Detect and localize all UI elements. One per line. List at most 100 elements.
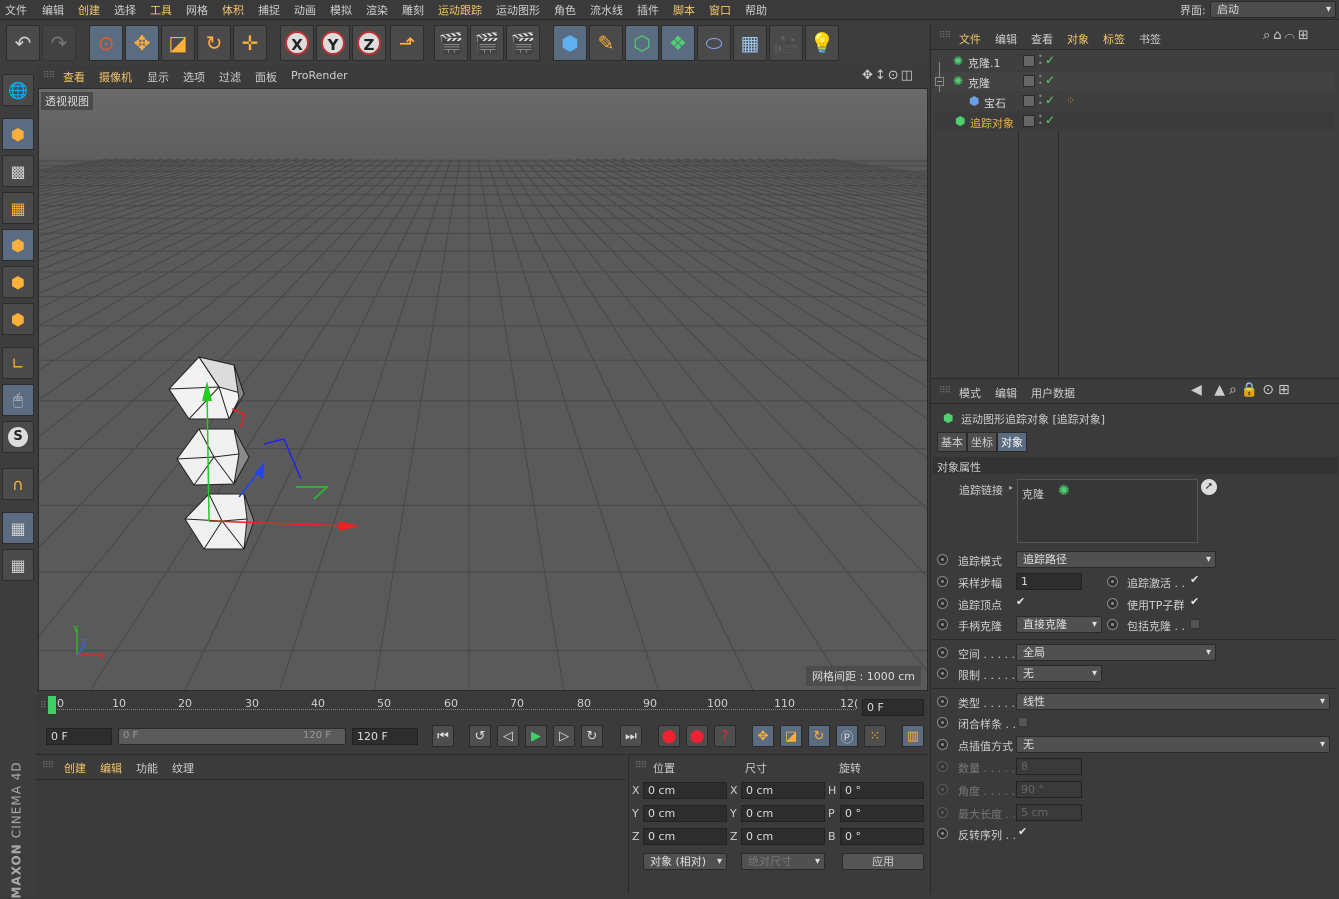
autokey-button[interactable]: ⬤ xyxy=(686,725,708,747)
menu-tools[interactable]: 工具 xyxy=(150,2,172,18)
timeline-window-button[interactable]: ▥ xyxy=(902,725,924,747)
om-tab-view[interactable]: 查看 xyxy=(1031,31,1053,47)
attr-subtab-coord[interactable]: 坐标 xyxy=(967,432,997,452)
polygons-mode-button[interactable]: ⬢ xyxy=(2,303,34,335)
render-settings-button[interactable]: 🎬 xyxy=(506,25,540,61)
om-tab-bookmarks[interactable]: 书签 xyxy=(1139,31,1161,47)
rotate-tool-button[interactable]: ↻ xyxy=(197,25,231,61)
object-name[interactable]: 追踪对象 xyxy=(970,115,1014,131)
object-name[interactable]: 克隆.1 xyxy=(968,55,1001,71)
visibility-dots-icon[interactable]: • • xyxy=(1038,53,1043,68)
menu-render[interactable]: 渲染 xyxy=(366,2,388,18)
menu-mograph[interactable]: 运动图形 xyxy=(496,2,540,18)
spline-type-animate-icon[interactable] xyxy=(937,696,948,707)
menu-animate[interactable]: 动画 xyxy=(294,2,316,18)
viewport-tab-display[interactable]: 显示 xyxy=(147,69,169,85)
sampling-stepper[interactable]: 1 xyxy=(1016,573,1082,590)
trace-vertex-animate-icon[interactable] xyxy=(937,598,948,609)
object-row[interactable]: ✺ 克隆 • • ✓ xyxy=(935,72,1335,91)
visibility-dots-icon[interactable]: • • xyxy=(1038,93,1043,108)
attr-subtab-object[interactable]: 对象 xyxy=(997,432,1027,452)
tag-icon[interactable]: ⁘ xyxy=(1066,94,1075,107)
viewport-tab-options[interactable]: 选项 xyxy=(183,69,205,85)
limit-dropdown[interactable]: 无 xyxy=(1016,665,1102,682)
key-scale-button[interactable]: ◪ xyxy=(780,725,802,747)
start-frame-field[interactable]: 0 F xyxy=(46,728,112,745)
keyframe-selection-button[interactable]: ? xyxy=(714,725,736,747)
z-axis-button[interactable]: Z xyxy=(352,25,386,61)
om-header-icons[interactable]: ⌕⌂⌒⊞ xyxy=(1263,28,1312,43)
y-axis-button[interactable]: Y xyxy=(316,25,350,61)
make-editable-button[interactable]: 🌐 xyxy=(2,74,34,106)
object-row[interactable]: ⬢ 追踪对象 • • ✓ xyxy=(935,112,1335,131)
menu-volume[interactable]: 体积 xyxy=(222,2,244,18)
object-row[interactable]: ⬢ 宝石 • • ✓ ⁘ xyxy=(935,92,1335,111)
enabled-check-icon[interactable]: ✓ xyxy=(1045,53,1055,67)
interpolation-animate-icon[interactable] xyxy=(937,739,948,750)
light-button[interactable]: 💡 xyxy=(805,25,839,61)
menu-create[interactable]: 创建 xyxy=(78,2,100,18)
pick-object-icon[interactable]: ➚ xyxy=(1201,479,1217,495)
om-tab-objects[interactable]: 对象 xyxy=(1067,31,1089,47)
object-layer-swatch[interactable] xyxy=(1023,95,1035,107)
menu-file[interactable]: 文件 xyxy=(5,2,27,18)
material-tab-texture[interactable]: 纹理 xyxy=(172,760,194,776)
previous-frame-button[interactable]: ◁ xyxy=(497,725,519,747)
om-tab-edit[interactable]: 编辑 xyxy=(995,31,1017,47)
trace-mode-animate-icon[interactable] xyxy=(937,554,948,565)
enabled-check-icon[interactable]: ✓ xyxy=(1045,73,1055,87)
menu-character[interactable]: 角色 xyxy=(554,2,576,18)
coord-position-field[interactable]: 0 cm xyxy=(643,782,727,799)
scale-tool-button[interactable]: ◪ xyxy=(161,25,195,61)
menu-sculpt[interactable]: 雕刻 xyxy=(402,2,424,18)
space-animate-icon[interactable] xyxy=(937,647,948,658)
sampling-animate-icon[interactable] xyxy=(937,576,948,587)
trace-link-list[interactable]: 克隆 ✺ xyxy=(1017,479,1198,543)
object-name[interactable]: 宝石 xyxy=(984,95,1006,111)
texture-mode-button[interactable]: ▩ xyxy=(2,155,34,187)
enabled-check-icon[interactable]: ✓ xyxy=(1045,93,1055,107)
go-to-end-button[interactable]: ⏭ xyxy=(620,725,642,747)
object-row[interactable]: ✺ 克隆.1 • • ✓ xyxy=(935,52,1335,71)
om-tab-tags[interactable]: 标签 xyxy=(1103,31,1125,47)
trace-mode-dropdown[interactable]: 追踪路径 xyxy=(1016,551,1216,568)
model-mode-button[interactable]: ⬢ xyxy=(2,118,34,150)
object-name[interactable]: 克隆 xyxy=(968,75,990,91)
include-clone-animate-icon[interactable] xyxy=(1107,619,1118,630)
handle-clone-dropdown[interactable]: 直接克隆 xyxy=(1016,616,1102,633)
axis-mode-button[interactable]: ∟ xyxy=(2,347,34,379)
undo-button[interactable]: ↶ xyxy=(6,25,40,61)
camera-button[interactable]: 🎥 xyxy=(769,25,803,61)
trace-active-checkbox[interactable]: ✔ xyxy=(1190,574,1201,586)
menu-mesh[interactable]: 网格 xyxy=(186,2,208,18)
current-frame-field[interactable]: 0 F xyxy=(862,699,924,716)
menu-select[interactable]: 选择 xyxy=(114,2,136,18)
visibility-dots-icon[interactable]: • • xyxy=(1038,73,1043,88)
pen-button[interactable]: ✎ xyxy=(589,25,623,61)
trace-active-animate-icon[interactable] xyxy=(1107,576,1118,587)
coord-position-field[interactable]: 0 cm xyxy=(643,828,727,845)
viewport-tab-prorender[interactable]: ProRender xyxy=(291,69,348,82)
reverse-animate-icon[interactable] xyxy=(937,828,948,839)
timeline-ruler[interactable]: ⠿ 0 10 20 30 40 50 60 70 80 90 100 110 1… xyxy=(36,693,928,721)
play-button[interactable]: ▶ xyxy=(525,725,547,747)
menu-edit[interactable]: 编辑 xyxy=(42,2,64,18)
key-parameter-button[interactable]: Ⓟ xyxy=(836,725,858,747)
close-spline-animate-icon[interactable] xyxy=(937,717,948,728)
coord-size-mode-dropdown[interactable]: 绝对尺寸 xyxy=(741,853,825,870)
frame-range-slider[interactable]: 0 F 120 F xyxy=(118,728,346,745)
coord-position-field[interactable]: 0 cm xyxy=(643,805,727,822)
menu-help[interactable]: 帮助 xyxy=(745,2,767,18)
apply-button[interactable]: 应用 xyxy=(842,853,924,870)
enabled-check-icon[interactable]: ✓ xyxy=(1045,113,1055,127)
menu-script[interactable]: 脚本 xyxy=(673,2,695,18)
use-tp-checkbox[interactable]: ✔ xyxy=(1190,596,1201,608)
material-tab-create[interactable]: 创建 xyxy=(64,760,86,776)
redo-button[interactable]: ↷ xyxy=(42,25,76,61)
viewport-tab-panel[interactable]: 面板 xyxy=(255,69,277,85)
handle-clone-animate-icon[interactable] xyxy=(937,619,948,630)
previous-key-button[interactable]: ↺ xyxy=(469,725,491,747)
floor-button[interactable]: ▦ xyxy=(733,25,767,61)
move-tool-button[interactable]: ✥ xyxy=(125,25,159,61)
coord-rotation-field[interactable]: 0 ° xyxy=(840,828,924,845)
